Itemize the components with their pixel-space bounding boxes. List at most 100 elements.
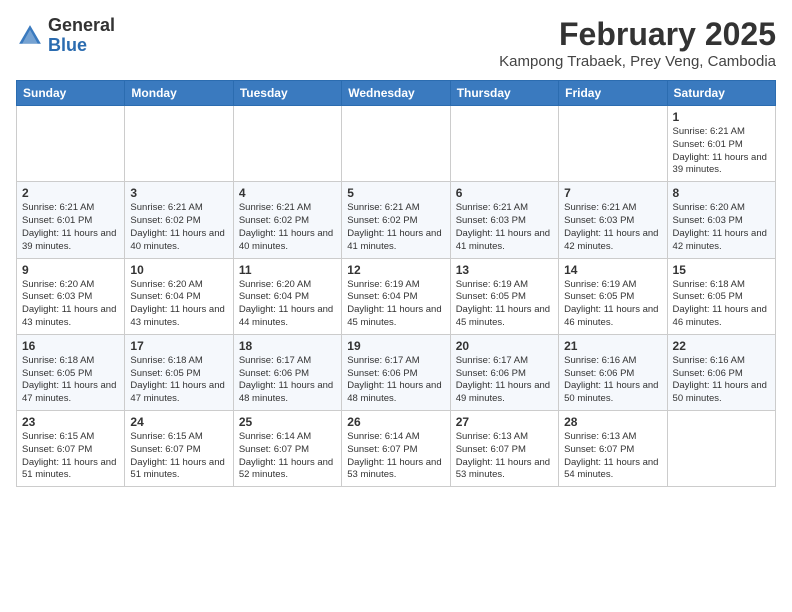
calendar-cell: 27 Sunrise: 6:13 AM Sunset: 6:07 PM Dayli… (450, 411, 558, 487)
day-info: Sunrise: 6:16 AM Sunset: 6:06 PM Dayligh… (564, 355, 661, 406)
day-info: Sunrise: 6:14 AM Sunset: 6:07 PM Dayligh… (239, 431, 336, 482)
day-number: 15 (673, 263, 770, 277)
calendar-cell: 23 Sunrise: 6:15 AM Sunset: 6:07 PM Dayli… (17, 411, 125, 487)
calendar-cell: 24 Sunrise: 6:15 AM Sunset: 6:07 PM Dayli… (125, 411, 233, 487)
day-info: Sunrise: 6:14 AM Sunset: 6:07 PM Dayligh… (347, 431, 444, 482)
weekday-friday: Friday (559, 81, 667, 106)
day-info: Sunrise: 6:20 AM Sunset: 6:03 PM Dayligh… (22, 279, 119, 330)
day-number: 18 (239, 339, 336, 353)
day-number: 20 (456, 339, 553, 353)
day-info: Sunrise: 6:19 AM Sunset: 6:04 PM Dayligh… (347, 279, 444, 330)
week-row-3: 9 Sunrise: 6:20 AM Sunset: 6:03 PM Daylig… (17, 258, 776, 334)
location: Kampong Trabaek, Prey Veng, Cambodia (499, 53, 776, 70)
day-number: 3 (130, 186, 227, 200)
calendar-cell: 13 Sunrise: 6:19 AM Sunset: 6:05 PM Dayli… (450, 258, 558, 334)
calendar-cell: 22 Sunrise: 6:16 AM Sunset: 6:06 PM Dayli… (667, 334, 775, 410)
calendar-cell: 2 Sunrise: 6:21 AM Sunset: 6:01 PM Daylig… (17, 182, 125, 258)
calendar-cell: 20 Sunrise: 6:17 AM Sunset: 6:06 PM Dayli… (450, 334, 558, 410)
day-number: 9 (22, 263, 119, 277)
calendar-cell: 26Sunrise: 6:14 AM Sunset: 6:07 PM Dayli… (342, 411, 450, 487)
calendar-cell: 14 Sunrise: 6:19 AM Sunset: 6:05 PM Dayli… (559, 258, 667, 334)
calendar-cell (450, 106, 558, 182)
weekday-sunday: Sunday (17, 81, 125, 106)
day-number: 22 (673, 339, 770, 353)
calendar-cell: 25 Sunrise: 6:14 AM Sunset: 6:07 PM Dayli… (233, 411, 341, 487)
calendar-cell (233, 106, 341, 182)
day-number: 10 (130, 263, 227, 277)
day-number: 23 (22, 415, 119, 429)
calendar-table: SundayMondayTuesdayWednesdayThursdayFrid… (16, 80, 776, 487)
weekday-header-row: SundayMondayTuesdayWednesdayThursdayFrid… (17, 81, 776, 106)
day-info: Sunrise: 6:21 AM Sunset: 6:02 PM Dayligh… (239, 202, 336, 253)
day-info: Sunrise: 6:17 AM Sunset: 6:06 PM Dayligh… (347, 355, 444, 406)
day-number: 6 (456, 186, 553, 200)
calendar-cell: 5Sunrise: 6:21 AM Sunset: 6:02 PM Daylig… (342, 182, 450, 258)
day-number: 5 (347, 186, 444, 200)
calendar-cell (559, 106, 667, 182)
logo-icon (16, 22, 44, 50)
day-number: 4 (239, 186, 336, 200)
weekday-saturday: Saturday (667, 81, 775, 106)
weekday-wednesday: Wednesday (342, 81, 450, 106)
day-info: Sunrise: 6:19 AM Sunset: 6:05 PM Dayligh… (456, 279, 553, 330)
calendar-cell (342, 106, 450, 182)
day-number: 27 (456, 415, 553, 429)
day-info: Sunrise: 6:16 AM Sunset: 6:06 PM Dayligh… (673, 355, 770, 406)
day-number: 25 (239, 415, 336, 429)
day-number: 2 (22, 186, 119, 200)
day-info: Sunrise: 6:20 AM Sunset: 6:03 PM Dayligh… (673, 202, 770, 253)
day-info: Sunrise: 6:13 AM Sunset: 6:07 PM Dayligh… (456, 431, 553, 482)
calendar-cell (125, 106, 233, 182)
weekday-monday: Monday (125, 81, 233, 106)
title-block: February 2025 Kampong Trabaek, Prey Veng… (499, 16, 776, 70)
day-number: 16 (22, 339, 119, 353)
calendar-cell: 15 Sunrise: 6:18 AM Sunset: 6:05 PM Dayli… (667, 258, 775, 334)
calendar-cell (17, 106, 125, 182)
calendar-cell: 8Sunrise: 6:20 AM Sunset: 6:03 PM Daylig… (667, 182, 775, 258)
calendar-cell: 4 Sunrise: 6:21 AM Sunset: 6:02 PM Daylig… (233, 182, 341, 258)
day-info: Sunrise: 6:21 AM Sunset: 6:03 PM Dayligh… (456, 202, 553, 253)
calendar-cell: 7 Sunrise: 6:21 AM Sunset: 6:03 PM Daylig… (559, 182, 667, 258)
day-number: 11 (239, 263, 336, 277)
weekday-tuesday: Tuesday (233, 81, 341, 106)
day-number: 1 (673, 110, 770, 124)
calendar-cell: 12 Sunrise: 6:19 AM Sunset: 6:04 PM Dayli… (342, 258, 450, 334)
day-number: 24 (130, 415, 227, 429)
week-row-4: 16 Sunrise: 6:18 AM Sunset: 6:05 PM Dayli… (17, 334, 776, 410)
day-number: 13 (456, 263, 553, 277)
day-info: Sunrise: 6:18 AM Sunset: 6:05 PM Dayligh… (22, 355, 119, 406)
day-number: 12 (347, 263, 444, 277)
week-row-5: 23 Sunrise: 6:15 AM Sunset: 6:07 PM Dayli… (17, 411, 776, 487)
logo: General Blue (16, 16, 115, 56)
day-info: Sunrise: 6:18 AM Sunset: 6:05 PM Dayligh… (673, 279, 770, 330)
calendar-cell: 1 Sunrise: 6:21 AM Sunset: 6:01 PM Daylig… (667, 106, 775, 182)
weekday-thursday: Thursday (450, 81, 558, 106)
calendar-cell: 28Sunrise: 6:13 AM Sunset: 6:07 PM Dayli… (559, 411, 667, 487)
day-info: Sunrise: 6:17 AM Sunset: 6:06 PM Dayligh… (239, 355, 336, 406)
week-row-2: 2 Sunrise: 6:21 AM Sunset: 6:01 PM Daylig… (17, 182, 776, 258)
week-row-1: 1 Sunrise: 6:21 AM Sunset: 6:01 PM Daylig… (17, 106, 776, 182)
calendar-cell: 3Sunrise: 6:21 AM Sunset: 6:02 PM Daylig… (125, 182, 233, 258)
day-info: Sunrise: 6:15 AM Sunset: 6:07 PM Dayligh… (22, 431, 119, 482)
calendar-cell: 11 Sunrise: 6:20 AM Sunset: 6:04 PM Dayli… (233, 258, 341, 334)
calendar-cell: 19 Sunrise: 6:17 AM Sunset: 6:06 PM Dayli… (342, 334, 450, 410)
day-info: Sunrise: 6:21 AM Sunset: 6:01 PM Dayligh… (673, 126, 770, 177)
calendar-cell: 17Sunrise: 6:18 AM Sunset: 6:05 PM Dayli… (125, 334, 233, 410)
day-info: Sunrise: 6:21 AM Sunset: 6:03 PM Dayligh… (564, 202, 661, 253)
calendar-cell (667, 411, 775, 487)
day-info: Sunrise: 6:20 AM Sunset: 6:04 PM Dayligh… (239, 279, 336, 330)
day-number: 14 (564, 263, 661, 277)
day-number: 28 (564, 415, 661, 429)
day-number: 7 (564, 186, 661, 200)
calendar-cell: 16 Sunrise: 6:18 AM Sunset: 6:05 PM Dayli… (17, 334, 125, 410)
calendar-cell: 9 Sunrise: 6:20 AM Sunset: 6:03 PM Daylig… (17, 258, 125, 334)
month-year: February 2025 (499, 16, 776, 53)
day-number: 19 (347, 339, 444, 353)
day-info: Sunrise: 6:19 AM Sunset: 6:05 PM Dayligh… (564, 279, 661, 330)
day-info: Sunrise: 6:20 AM Sunset: 6:04 PM Dayligh… (130, 279, 227, 330)
calendar-cell: 10 Sunrise: 6:20 AM Sunset: 6:04 PM Dayli… (125, 258, 233, 334)
day-info: Sunrise: 6:15 AM Sunset: 6:07 PM Dayligh… (130, 431, 227, 482)
day-info: Sunrise: 6:17 AM Sunset: 6:06 PM Dayligh… (456, 355, 553, 406)
day-info: Sunrise: 6:21 AM Sunset: 6:01 PM Dayligh… (22, 202, 119, 253)
page-header: General Blue February 2025 Kampong Traba… (16, 16, 776, 70)
